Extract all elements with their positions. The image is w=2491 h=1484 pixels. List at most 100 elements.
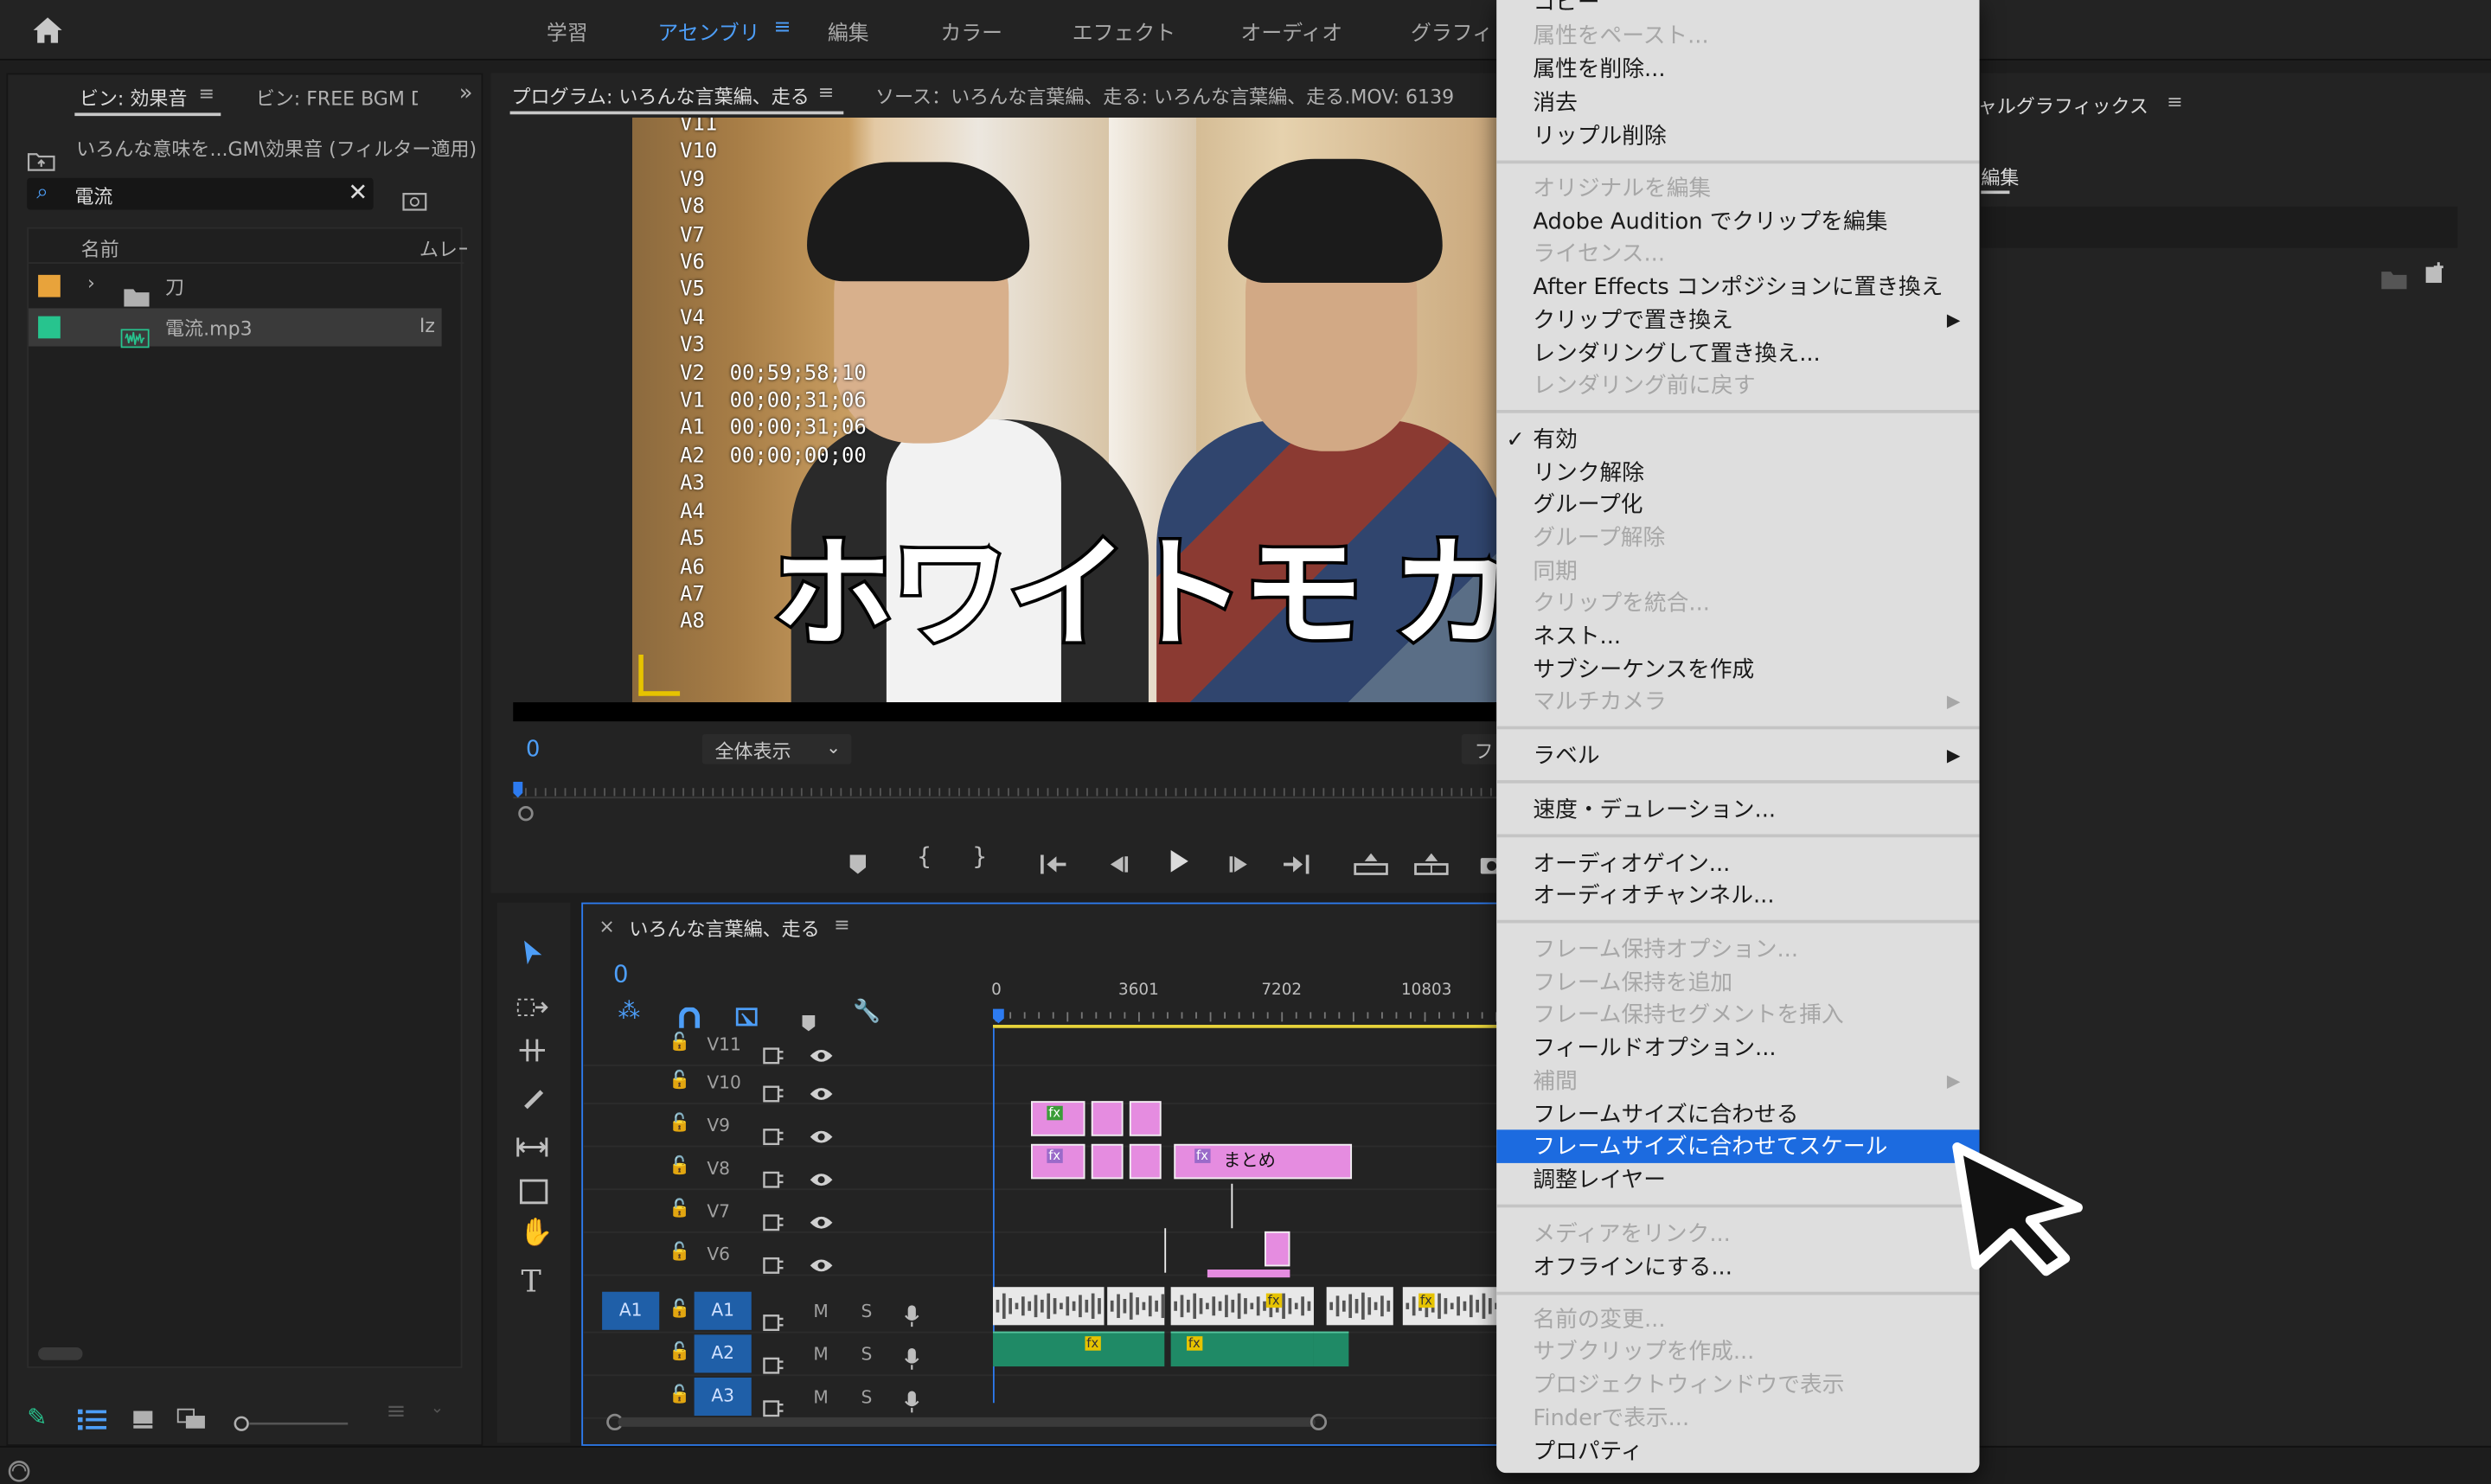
pencil-icon[interactable]: ✎	[27, 1403, 47, 1431]
lock-icon[interactable]: 🔓	[669, 1155, 690, 1176]
menu-item[interactable]: グループ化	[1533, 491, 1643, 520]
menu-item[interactable]: オーディオチャンネル...	[1533, 882, 1774, 911]
rectangle-tool-icon[interactable]	[519, 1174, 548, 1212]
menu-item[interactable]: 補間	[1533, 1068, 1577, 1097]
sync-lock-icon[interactable]	[763, 1344, 785, 1382]
playhead-ruler[interactable]	[513, 781, 1508, 823]
menu-item[interactable]: Finderで表示...	[1533, 1404, 1689, 1433]
new-folder-icon[interactable]	[2381, 259, 2407, 297]
extract-icon[interactable]	[1414, 845, 1449, 883]
menu-item[interactable]: グループ解除	[1533, 524, 1665, 553]
tab-menu-icon[interactable]: ≡	[834, 913, 849, 936]
eye-icon[interactable]	[809, 1072, 834, 1110]
mute-button[interactable]: M	[813, 1344, 828, 1365]
menu-item[interactable]: コピー	[1533, 0, 1599, 17]
menu-item[interactable]: 同期	[1533, 558, 1577, 586]
menu-item[interactable]: メディアをリンク...	[1533, 1220, 1730, 1249]
program-timecode[interactable]: 0	[526, 738, 540, 763]
menu-item[interactable]: フレームサイズに合わせてスケール	[1533, 1133, 1887, 1161]
lock-icon[interactable]: 🔓	[669, 1241, 690, 1262]
timeline-timecode[interactable]: 0	[613, 960, 629, 988]
lock-icon[interactable]: 🔓	[669, 1070, 690, 1091]
play-icon[interactable]	[1166, 844, 1191, 882]
go-to-out-icon[interactable]	[1282, 845, 1310, 883]
horizontal-scrollbar[interactable]	[38, 1347, 83, 1360]
video-clip[interactable]: fx	[1031, 1143, 1085, 1180]
list-item[interactable]: 電流.mp3 Iz	[29, 308, 442, 349]
menu-item[interactable]: レンダリング前に戻す	[1533, 372, 1755, 400]
tab-edit[interactable]: 編集	[1981, 163, 2019, 190]
mark-in-icon[interactable]: {	[917, 842, 932, 871]
label-color-swatch[interactable]	[38, 316, 61, 339]
chevron-double-right-icon[interactable]: »	[459, 81, 473, 106]
audio-track-name[interactable]: A1	[694, 1291, 752, 1330]
home-icon[interactable]	[32, 15, 64, 43]
lock-icon[interactable]: 🔓	[669, 1198, 690, 1219]
menu-item[interactable]: ラベル	[1533, 742, 1599, 771]
audio-clip[interactable]: fx	[1170, 1331, 1314, 1367]
list-view-icon[interactable]	[77, 1400, 107, 1438]
workspace-editing[interactable]: 編集	[828, 16, 869, 47]
sync-lock-icon[interactable]	[763, 1201, 785, 1239]
folder-up-icon[interactable]	[27, 142, 55, 180]
audio-clip[interactable]	[992, 1287, 1105, 1326]
track-name[interactable]: V11	[707, 1034, 741, 1055]
step-forward-icon[interactable]	[1226, 845, 1252, 883]
step-back-icon[interactable]	[1105, 845, 1130, 883]
menu-item[interactable]: クリップで置き換え	[1533, 307, 1732, 336]
audio-clip[interactable]	[1107, 1287, 1165, 1326]
column-name[interactable]: 名前	[81, 235, 119, 262]
chevron-right-icon[interactable]: ›	[87, 272, 95, 294]
audio-clip[interactable]	[1313, 1331, 1349, 1367]
video-clip[interactable]	[1091, 1143, 1124, 1180]
selection-tool-icon[interactable]	[518, 937, 547, 975]
menu-item[interactable]: リップル削除	[1533, 122, 1666, 150]
sequence-tab[interactable]: いろんな言葉編、走る	[629, 915, 819, 942]
new-layer-icon[interactable]	[2424, 254, 2447, 292]
workspace-audio[interactable]: オーディオ	[1240, 16, 1342, 47]
find-icon[interactable]	[402, 181, 427, 219]
lock-icon[interactable]: 🔓	[669, 1384, 690, 1404]
menu-item[interactable]: フレーム保持オプション...	[1533, 936, 1798, 964]
sort-icon[interactable]: ≡	[386, 1397, 406, 1425]
menu-item[interactable]: 有効	[1533, 425, 1577, 454]
tab-program[interactable]: プログラム: いろんな言葉編、走る	[511, 83, 809, 110]
video-clip[interactable]	[1129, 1143, 1162, 1180]
type-tool-icon[interactable]: T	[521, 1264, 541, 1299]
menu-item[interactable]: フレーム保持セグメントを挿入	[1533, 1001, 1843, 1029]
sync-lock-icon[interactable]	[763, 1072, 785, 1110]
tab-menu-icon[interactable]: ≡	[818, 81, 834, 104]
track-name[interactable]: V7	[707, 1201, 730, 1222]
lock-icon[interactable]: 🔓	[669, 1298, 690, 1319]
clear-search-icon[interactable]: ✕	[348, 178, 368, 207]
menu-item[interactable]: 属性を削除...	[1533, 55, 1665, 84]
workspace-color[interactable]: カラー	[940, 16, 1002, 47]
menu-item[interactable]: サブシーケンスを作成	[1533, 656, 1754, 685]
menu-item[interactable]: ライセンス...	[1533, 240, 1665, 268]
lock-icon[interactable]: 🔓	[669, 1031, 690, 1052]
panel-menu-icon[interactable]: ≡	[2167, 91, 2182, 113]
tab-bin-bgm[interactable]: ビン: FREE BGM DO\	[256, 84, 418, 111]
menu-item[interactable]: 消去	[1533, 89, 1577, 118]
chevron-down-icon[interactable]: ⌄	[431, 1400, 444, 1417]
eye-icon[interactable]	[809, 1201, 834, 1239]
menu-item[interactable]: 速度・デュレーション...	[1533, 796, 1776, 824]
search-box[interactable]: ⌕ 電流 ✕	[27, 177, 374, 210]
track-name[interactable]: V10	[707, 1072, 741, 1093]
workspace-graphics[interactable]: グラフィ	[1411, 16, 1493, 47]
sync-lock-icon[interactable]	[763, 1158, 785, 1196]
menu-item[interactable]: マルチカメラ	[1533, 688, 1666, 717]
insert-nest-icon[interactable]: ⁂	[618, 1000, 640, 1025]
close-tab-icon[interactable]: ×	[599, 915, 614, 937]
go-to-in-icon[interactable]	[1039, 845, 1067, 883]
workspace-learn[interactable]: 学習	[547, 16, 588, 47]
track-name[interactable]: V9	[707, 1116, 730, 1136]
microphone-icon[interactable]	[904, 1298, 919, 1336]
source-patch-a1[interactable]: A1	[602, 1291, 660, 1330]
audio-track-name[interactable]: A2	[694, 1334, 752, 1373]
mark-out-icon[interactable]: }	[972, 842, 988, 871]
video-clip[interactable]: fx	[1031, 1101, 1085, 1136]
menu-item[interactable]: リンク解除	[1533, 459, 1644, 488]
mute-button[interactable]: M	[813, 1302, 828, 1322]
eye-icon[interactable]	[809, 1244, 834, 1283]
